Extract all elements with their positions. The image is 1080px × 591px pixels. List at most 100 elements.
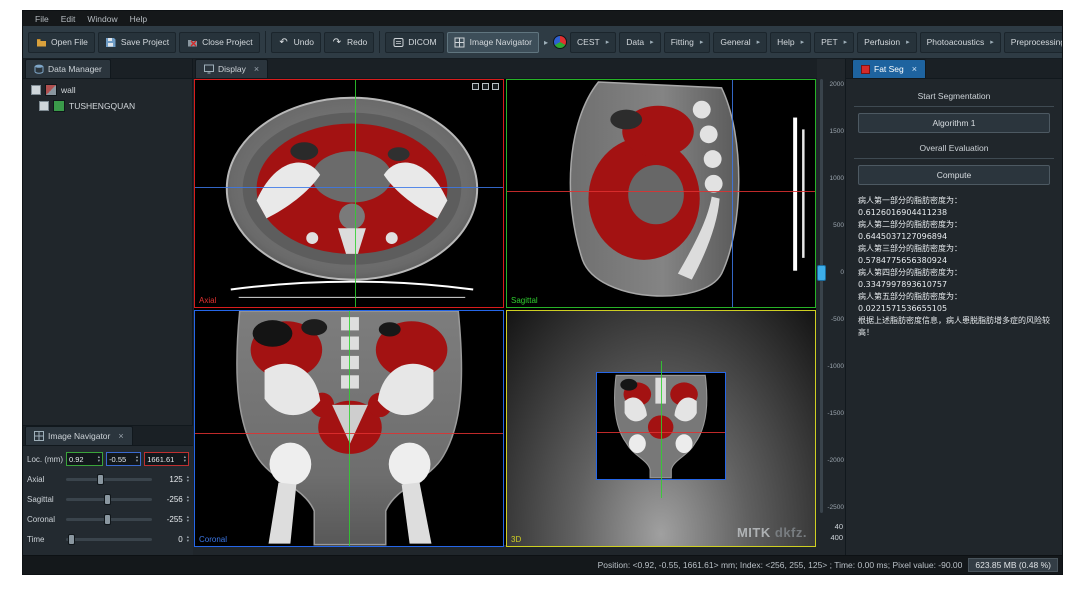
tab-fat-seg[interactable]: Fat Seg × (852, 59, 926, 78)
fat-seg-tabbar: Fat Seg × (846, 59, 1062, 79)
toolbar-menu-data[interactable]: Data▸ (619, 32, 660, 53)
view-pin-icon[interactable] (472, 83, 479, 90)
loc-x-value: 0.92 (69, 455, 84, 464)
spin-arrows-icon[interactable]: ▴▾ (187, 515, 189, 523)
level-window-groove[interactable] (820, 79, 823, 513)
close-project-button[interactable]: Close Project (179, 32, 260, 53)
spin-arrows-icon[interactable]: ▴▾ (98, 455, 100, 463)
spin-arrows-icon[interactable]: ▴▾ (187, 475, 189, 483)
coronal-slider-row: Coronal -255▴▾ (27, 509, 189, 529)
loc-y-spinbox[interactable]: -0.55▴▾ (106, 452, 141, 466)
time-slider[interactable] (66, 538, 152, 541)
view-label: Coronal (199, 535, 227, 544)
threed-slice-plane[interactable] (596, 372, 725, 480)
dicom-button[interactable]: DICOM (385, 32, 443, 53)
axial-label: Axial (27, 475, 63, 484)
sagittal-view[interactable]: Sagittal (506, 79, 816, 308)
menu-file[interactable]: File (29, 14, 55, 24)
slider-handle[interactable] (104, 494, 111, 505)
threed-view[interactable]: MITK dkfz. 3D (506, 310, 816, 547)
toolbar: Open File Save Project Close Project ↶ U… (23, 26, 1062, 59)
coronal-view[interactable]: Coronal (194, 310, 504, 547)
tab-data-manager[interactable]: Data Manager (25, 59, 111, 78)
undo-icon: ↶ (278, 36, 290, 48)
slider-handle[interactable] (104, 514, 111, 525)
loc-z-spinbox[interactable]: 1661.61▴▾ (144, 452, 189, 466)
segmentation-node-icon (53, 100, 65, 112)
level-window-values: 40 400 (817, 521, 843, 543)
coronal-slider[interactable] (66, 518, 152, 521)
coronal-label: Coronal (27, 515, 63, 524)
spin-arrows-icon[interactable]: ▴▾ (136, 455, 138, 463)
image-navigator-tabbar: Image Navigator × (23, 426, 193, 446)
save-project-button[interactable]: Save Project (98, 32, 176, 53)
level-window-slider[interactable]: 2000 1500 1000 500 0 -500 -1000 -1500 -2… (817, 79, 845, 545)
axial-plane-line[interactable] (507, 191, 815, 192)
compute-button[interactable]: Compute (858, 165, 1050, 185)
toolbar-menu-cest[interactable]: CEST▸ (570, 32, 616, 53)
toolbar-menu-photoacoustics[interactable]: Photoacoustics▸ (920, 32, 1001, 53)
view-layout-icon[interactable] (482, 83, 489, 90)
submenu-arrow-icon: ▸ (801, 38, 805, 46)
toolbar-menu-help[interactable]: Help▸ (770, 32, 811, 53)
loc-x-spinbox[interactable]: 0.92 ▴▾ (66, 452, 103, 466)
menu-label: Preprocessing (1011, 37, 1062, 47)
sagittal-label: Sagittal (27, 495, 63, 504)
menu-window[interactable]: Window (81, 14, 123, 24)
undo-button[interactable]: ↶ Undo (271, 32, 321, 53)
scale-tick: -2500 (827, 504, 844, 511)
redo-button[interactable]: ↷ Redo (324, 32, 374, 53)
spin-arrows-icon[interactable]: ▴▾ (187, 495, 189, 503)
color-wheel-icon[interactable] (553, 35, 567, 49)
axial-view[interactable]: Axial (194, 79, 504, 308)
slider-handle[interactable] (97, 474, 104, 485)
close-tab-icon[interactable]: × (254, 64, 259, 74)
toolbar-menu-perfusion[interactable]: Perfusion▸ (857, 32, 916, 53)
tree-item-tushengquan[interactable]: TUSHENGQUAN (23, 98, 192, 114)
open-file-label: Open File (51, 37, 88, 47)
menu-edit[interactable]: Edit (55, 14, 82, 24)
evaluation-results: 病人第一部分的脂肪密度为：0.6126016904411238 病人第二部分的脂… (858, 195, 1050, 339)
axial-ct-image (195, 80, 503, 307)
watermark-mitk-text: MITK (737, 525, 771, 540)
time-slider-row: Time 0▴▾ (27, 529, 189, 549)
watermark-dkfz-text: dkfz. (775, 525, 807, 540)
sagittal-plane-line[interactable] (355, 80, 356, 307)
sagittal-plane-line[interactable] (661, 361, 662, 499)
toolbar-menu-general[interactable]: General▸ (713, 32, 767, 53)
slider-handle[interactable] (68, 534, 75, 545)
spin-arrows-icon[interactable]: ▴▾ (187, 535, 189, 543)
submenu-arrow-icon: ▸ (844, 38, 848, 46)
toolbar-menu-pet[interactable]: PET▸ (814, 32, 854, 53)
axial-slider[interactable] (66, 478, 152, 481)
spin-arrows-icon[interactable]: ▴▾ (184, 455, 186, 463)
cursor-position-text: Position: <0.92, -0.55, 1661.61> mm; Ind… (598, 560, 963, 570)
algorithm-1-button[interactable]: Algorithm 1 (858, 113, 1050, 133)
view-menu-icon[interactable] (492, 83, 499, 90)
toolbar-menu-fitting[interactable]: Fitting▸ (664, 32, 711, 53)
close-tab-icon[interactable]: × (118, 431, 123, 441)
tab-image-navigator[interactable]: Image Navigator × (25, 426, 133, 445)
view-corner-icons (472, 83, 499, 90)
tab-display[interactable]: Display × (195, 59, 268, 78)
memory-usage-indicator: 623.85 MB (0.48 %) (968, 558, 1058, 572)
sagittal-slider[interactable] (66, 498, 152, 501)
close-tab-icon[interactable]: × (912, 64, 917, 74)
toolbar-extension-icon[interactable]: ▸ (542, 38, 550, 47)
level-window-handle[interactable] (817, 265, 826, 281)
image-navigator-button[interactable]: Image Navigator (447, 32, 539, 53)
coronal-plane-line[interactable] (195, 187, 503, 188)
data-manager-panel: Data Manager wall TUSHENGQUAN (23, 59, 193, 555)
open-file-button[interactable]: Open File (28, 32, 95, 53)
visibility-checkbox[interactable] (39, 101, 49, 111)
coronal-plane-line[interactable] (732, 80, 733, 307)
sagittal-plane-line[interactable] (349, 311, 350, 546)
toolbar-separator (379, 31, 380, 53)
visibility-checkbox[interactable] (31, 85, 41, 95)
submenu-arrow-icon: ▸ (700, 38, 704, 46)
toolbar-menu-preprocessing[interactable]: Preprocessing▸ (1004, 32, 1062, 53)
result-line: 病人第一部分的脂肪密度为：0.6126016904411238 (858, 195, 1050, 219)
tree-item-wall[interactable]: wall (23, 82, 192, 98)
scale-tick: -2000 (827, 457, 844, 464)
menu-help[interactable]: Help (124, 14, 153, 24)
